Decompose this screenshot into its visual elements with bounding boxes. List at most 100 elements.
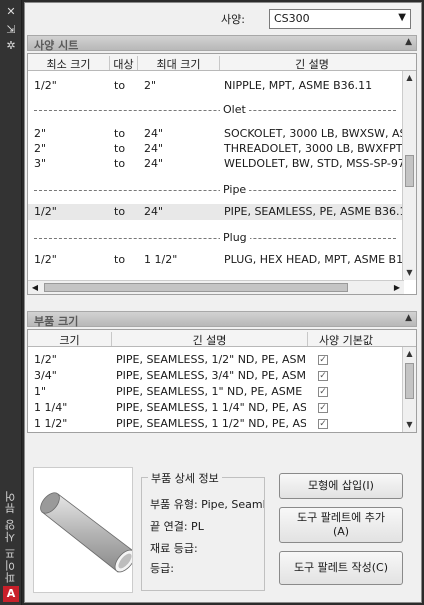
scroll-up-icon[interactable]: ▲: [403, 71, 416, 85]
part-size-row[interactable]: 1 1/4" PIPE, SEAMLESS, 1 1/4" ND, PE, AS…: [28, 400, 398, 416]
part-type-value: 부품 유형: Pipe, Seamless: [150, 498, 264, 511]
size-cell: 1": [34, 385, 47, 398]
group-divider-plug: Plug: [34, 231, 396, 244]
to-cell: to: [114, 79, 126, 92]
description-cell: PIPE, SEAMLESS, 3/4" ND, PE, ASME: [116, 369, 306, 382]
spec-row[interactable]: 2" to 24" SOCKOLET, 3000 LB, BWXSW, ASI: [28, 126, 410, 142]
description-cell: WELDOLET, BW, STD, MSS-SP-97: [224, 157, 405, 170]
spec-default-checkbox[interactable]: ✓: [318, 419, 328, 429]
column-max-size[interactable]: 최대 크기: [138, 56, 220, 71]
min-size-cell: 3": [34, 157, 47, 170]
part-size-header[interactable]: 부품 크기 ▲: [27, 311, 417, 328]
add-to-tool-palette-label: 도구 팔레트에 추가: [297, 511, 385, 524]
group-divider-pipe: Pipe: [34, 183, 396, 196]
scroll-thumb[interactable]: [405, 363, 414, 399]
spec-sheet-header[interactable]: 사양 시트 ▲: [27, 35, 417, 52]
description-cell: PIPE, SEAMLESS, 1" ND, PE, ASME B: [116, 385, 306, 398]
max-size-cell: 1 1/2": [144, 253, 178, 266]
column-spec-default[interactable]: 사양 기본값: [308, 332, 384, 347]
spec-row[interactable]: 3" to 24" WELDOLET, BW, STD, MSS-SP-97: [28, 156, 405, 172]
part-size-title: 부품 크기: [34, 315, 79, 328]
column-long-description[interactable]: 긴 설명: [220, 56, 404, 71]
column-min-size[interactable]: 최소 크기: [28, 56, 110, 71]
spec-row[interactable]: 2" to 24" THREADOLET, 3000 LB, BWXFPT,: [28, 141, 406, 157]
column-size[interactable]: 크기: [28, 332, 112, 347]
min-size-cell: 1/2": [34, 205, 57, 218]
size-cell: 1/2": [34, 353, 57, 366]
spec-default-checkbox[interactable]: ✓: [318, 387, 328, 397]
group-label: Plug: [220, 231, 250, 244]
collapse-icon[interactable]: ▲: [405, 37, 412, 47]
part-size-row[interactable]: 3/4" PIPE, SEAMLESS, 3/4" ND, PE, ASME ✓: [28, 368, 398, 384]
add-to-tool-palette-button[interactable]: 도구 팔레트에 추가 (A): [279, 507, 403, 543]
scroll-down-icon[interactable]: ▼: [403, 266, 416, 280]
group-label: Olet: [220, 103, 249, 116]
spec-row-selected[interactable]: 1/2" to 24" PIPE, SEAMLESS, PE, ASME B36…: [28, 204, 414, 220]
to-cell: to: [114, 157, 126, 170]
to-cell: to: [114, 142, 126, 155]
settings-icon[interactable]: ✲: [4, 40, 18, 52]
scroll-right-icon[interactable]: ▶: [390, 281, 404, 294]
spec-sheet-title: 사양 시트: [34, 39, 79, 52]
to-cell: to: [114, 127, 126, 140]
group-divider-olet: Olet: [34, 103, 396, 116]
part-preview-image: [33, 467, 136, 593]
scroll-up-icon[interactable]: ▲: [403, 347, 416, 361]
spec-sheet-grid: 최소 크기 대상 최대 크기 긴 설명 1/2" to 2" NIPPLE, M…: [27, 53, 417, 295]
size-cell: 1 1/2": [34, 417, 68, 430]
group-label: Pipe: [220, 183, 250, 196]
column-long-description[interactable]: 긴 설명: [112, 332, 308, 347]
spec-default-checkbox[interactable]: ✓: [318, 355, 328, 365]
max-size-cell: 24": [144, 142, 164, 155]
max-size-cell: 24": [144, 157, 164, 170]
max-size-cell: 24": [144, 127, 164, 140]
part-size-row[interactable]: 1 1/2" PIPE, SEAMLESS, 1 1/2" ND, PE, AS…: [28, 416, 398, 432]
auto-hide-icon[interactable]: ⇲: [4, 24, 18, 36]
spec-selector-row: 사양: CS300 ▼: [25, 7, 421, 29]
description-cell: NIPPLE, MPT, ASME B36.11: [224, 79, 373, 92]
part-size-row[interactable]: 1" PIPE, SEAMLESS, 1" ND, PE, ASME B ✓: [28, 384, 398, 400]
palette-title: 파이프 사양 뷰어: [4, 490, 17, 583]
grade-value: 등급:: [150, 562, 174, 575]
scroll-thumb[interactable]: [405, 155, 414, 187]
part-size-grid: 크기 긴 설명 사양 기본값 1/2" PIPE, SEAMLESS, 1/2"…: [27, 329, 417, 433]
part-size-column-header: 크기 긴 설명 사양 기본값: [28, 330, 416, 347]
to-cell: to: [114, 205, 126, 218]
description-cell: PLUG, HEX HEAD, MPT, ASME B16: [224, 253, 411, 266]
collapse-icon[interactable]: ▲: [405, 313, 412, 323]
description-cell: THREADOLET, 3000 LB, BWXFPT,: [224, 142, 406, 155]
part-details-title: 부품 상세 정보: [148, 470, 222, 486]
spec-default-checkbox[interactable]: ✓: [318, 371, 328, 381]
min-size-cell: 2": [34, 127, 47, 140]
spec-sheet-column-header: 최소 크기 대상 최대 크기 긴 설명: [28, 54, 416, 71]
pipe-spec-viewer-panel: 사양: CS300 ▼ 사양 시트 ▲ 최소 크기 대상 최대 크기 긴 설명 …: [24, 2, 422, 603]
description-cell: PIPE, SEAMLESS, 1 1/4" ND, PE, ASM: [116, 401, 306, 414]
size-cell: 1 1/4": [34, 401, 68, 414]
chevron-down-icon[interactable]: ▼: [398, 12, 406, 23]
column-to[interactable]: 대상: [110, 56, 138, 71]
scroll-left-icon[interactable]: ◀: [28, 281, 42, 294]
autocad-logo-icon: A: [3, 586, 19, 602]
spec-row[interactable]: 1/2" to 1 1/2" PLUG, HEX HEAD, MPT, ASME…: [28, 252, 410, 268]
description-cell: SOCKOLET, 3000 LB, BWXSW, ASI: [224, 127, 410, 140]
scroll-thumb[interactable]: [44, 283, 348, 292]
spec-label: 사양:: [221, 13, 245, 26]
close-icon[interactable]: ✕: [4, 6, 18, 18]
spec-dropdown[interactable]: CS300 ▼: [269, 9, 411, 29]
palette-title-strip: ✕ ⇲ ✲ 파이프 사양 뷰어 A: [0, 0, 22, 605]
add-to-tool-palette-shortcut: (A): [332, 525, 350, 538]
scroll-down-icon[interactable]: ▼: [403, 418, 416, 432]
insert-in-model-button[interactable]: 모형에 삽입(I): [279, 473, 403, 499]
description-cell: PIPE, SEAMLESS, 1 1/2" ND, PE, ASM: [116, 417, 306, 430]
spec-row[interactable]: 1/2" to 2" NIPPLE, MPT, ASME B36.11: [28, 78, 404, 94]
spec-sheet-vertical-scrollbar[interactable]: ▲ ▼: [402, 71, 416, 280]
description-cell: PIPE, SEAMLESS, 1/2" ND, PE, ASME: [116, 353, 306, 366]
spec-sheet-horizontal-scrollbar[interactable]: ◀ ▶: [28, 280, 404, 294]
spec-default-checkbox[interactable]: ✓: [318, 403, 328, 413]
max-size-cell: 2": [144, 79, 157, 92]
description-cell: PIPE, SEAMLESS, PE, ASME B36.10: [224, 205, 414, 218]
part-size-row[interactable]: 1/2" PIPE, SEAMLESS, 1/2" ND, PE, ASME ✓: [28, 352, 398, 368]
pipe-preview-icon: [40, 492, 136, 573]
part-size-vertical-scrollbar[interactable]: ▲ ▼: [402, 347, 416, 432]
create-tool-palette-button[interactable]: 도구 팔레트 작성(C): [279, 551, 403, 585]
